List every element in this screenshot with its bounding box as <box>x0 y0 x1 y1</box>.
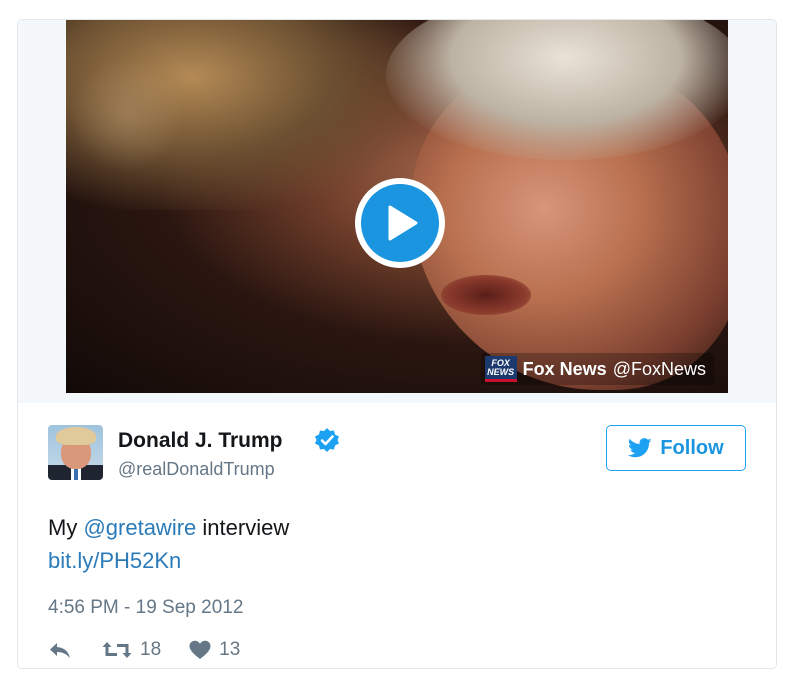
retweet-button[interactable]: 18 <box>102 639 161 661</box>
retweet-icon <box>102 642 132 658</box>
reply-button[interactable] <box>48 641 72 659</box>
author-handle[interactable]: @realDonaldTrump <box>118 459 275 480</box>
twitter-bird-icon <box>628 438 652 458</box>
author-name[interactable]: Donald J. Trump <box>118 429 283 453</box>
tweet-text: My @gretawire interview bit.ly/PH52Kn <box>48 511 289 577</box>
verified-badge-icon <box>315 428 339 452</box>
retweet-count: 18 <box>140 639 162 660</box>
video-mouth <box>441 275 531 315</box>
tweet-url-link[interactable]: bit.ly/PH52Kn <box>48 548 181 573</box>
play-button-inner <box>361 184 439 262</box>
tweet-text-after: interview <box>196 515 290 540</box>
fox-news-logo: FOX NEWS <box>484 356 517 382</box>
media-container: FOX NEWS Fox News @FoxNews <box>18 20 776 403</box>
tweet-text-line-1: My @gretawire interview <box>48 511 289 544</box>
video-thumbnail[interactable]: FOX NEWS Fox News @FoxNews <box>66 20 728 393</box>
play-button[interactable] <box>355 178 445 268</box>
tweet-actions: 18 13 <box>48 639 240 661</box>
tweet-text-before: My <box>48 515 84 540</box>
tweet-text-line-2: bit.ly/PH52Kn <box>48 544 289 577</box>
tweet-card: FOX NEWS Fox News @FoxNews Donald J. Tru… <box>17 19 777 669</box>
tweet-body: Donald J. Trump @realDonaldTrump Follow … <box>18 403 776 668</box>
video-bokeh <box>66 60 186 170</box>
heart-icon <box>189 640 211 659</box>
follow-button-label: Follow <box>660 436 724 459</box>
reply-icon <box>50 643 70 658</box>
fox-logo-bottom: NEWS <box>487 366 515 377</box>
avatar-hair <box>56 427 96 445</box>
attribution-handle: @FoxNews <box>612 358 706 379</box>
like-count: 13 <box>219 639 241 660</box>
avatar[interactable] <box>48 425 103 480</box>
mention-link[interactable]: @gretawire <box>83 515 196 540</box>
play-icon <box>388 205 418 241</box>
tweet-timestamp[interactable]: 4:56 PM - 19 Sep 2012 <box>48 597 243 619</box>
attribution-name: Fox News <box>522 358 607 379</box>
like-button[interactable]: 13 <box>189 639 240 661</box>
follow-button[interactable]: Follow <box>606 425 746 471</box>
media-attribution[interactable]: FOX NEWS Fox News @FoxNews <box>480 353 714 385</box>
